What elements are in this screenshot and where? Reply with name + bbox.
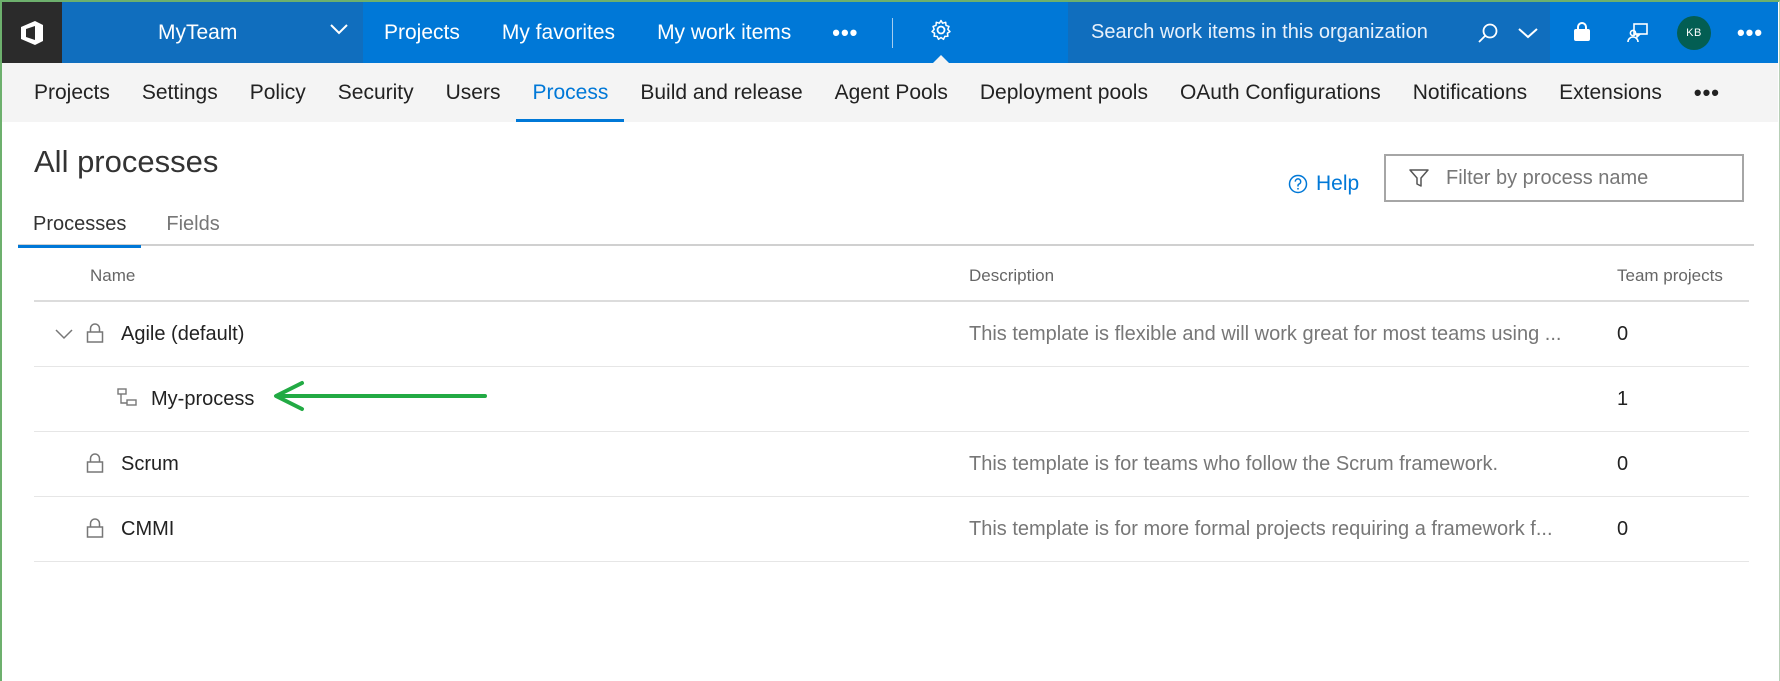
column-header-description[interactable]: Description	[969, 266, 1054, 286]
table-row[interactable]: Scrum This template is for teams who fol…	[34, 432, 1749, 497]
team-projects-count: 0	[1617, 517, 1629, 540]
process-description: This template is for teams who follow th…	[969, 452, 1499, 475]
column-header-team-projects[interactable]: Team projects	[1617, 266, 1723, 286]
top-nav: Projects My favorites My work items •••	[363, 2, 878, 63]
top-bar: MyTeam Projects My favorites My work ite…	[2, 2, 1778, 63]
search-chevron-down-icon[interactable]	[1506, 26, 1550, 40]
nav-projects[interactable]: Projects	[363, 2, 481, 63]
annotation-arrow-icon	[274, 381, 487, 411]
lock-icon	[86, 517, 104, 545]
process-description: This template is flexible and will work …	[969, 322, 1562, 345]
column-header-name[interactable]: Name	[90, 266, 135, 286]
team-projects-count: 0	[1617, 452, 1629, 475]
avatar: KB	[1677, 15, 1711, 50]
filter-input[interactable]	[1446, 166, 1726, 190]
process-name[interactable]: My-process	[151, 367, 254, 431]
user-avatar-button[interactable]: KB	[1666, 2, 1722, 63]
lock-icon	[86, 452, 104, 480]
subnav-build-and-release[interactable]: Build and release	[624, 63, 818, 122]
chevron-down-icon	[329, 22, 349, 41]
process-name[interactable]: Agile (default)	[121, 302, 244, 366]
subnav-agent-pools[interactable]: Agent Pools	[819, 63, 964, 122]
search-icon[interactable]	[1470, 21, 1506, 45]
active-caret	[933, 55, 950, 63]
filter-box[interactable]	[1384, 154, 1744, 202]
subnav-projects[interactable]: Projects	[18, 63, 126, 122]
tab-fields[interactable]: Fields	[151, 202, 234, 246]
subnav-users[interactable]: Users	[430, 63, 517, 122]
nav-my-favorites[interactable]: My favorites	[481, 2, 636, 63]
gear-icon	[929, 18, 953, 47]
nav-divider	[892, 17, 894, 48]
feedback-person-icon[interactable]	[1610, 2, 1666, 63]
visual-studio-logo-icon[interactable]	[2, 2, 62, 63]
top-right-icons: KB •••	[1554, 2, 1778, 63]
search-box[interactable]: Search work items in this organization	[1068, 2, 1550, 63]
settings-button[interactable]	[911, 2, 971, 63]
subnav-settings[interactable]: Settings	[126, 63, 234, 122]
help-link[interactable]: Help	[1288, 172, 1359, 196]
help-label: Help	[1316, 172, 1360, 195]
subnav-more-button[interactable]: •••	[1678, 63, 1736, 122]
table-row[interactable]: CMMI This template is for more formal pr…	[34, 497, 1749, 562]
collapse-chevron-icon[interactable]	[54, 324, 74, 347]
subnav-oauth-configurations[interactable]: OAuth Configurations	[1164, 63, 1397, 122]
team-selector[interactable]: MyTeam	[62, 2, 363, 63]
process-description: This template is for more formal project…	[969, 517, 1553, 540]
subnav-policy[interactable]: Policy	[234, 63, 322, 122]
lock-icon	[86, 322, 104, 350]
grid-header: Name Description Team projects	[34, 256, 1749, 302]
tab-processes[interactable]: Processes	[18, 202, 142, 248]
process-name[interactable]: CMMI	[121, 497, 174, 561]
search-input[interactable]: Search work items in this organization	[1068, 21, 1470, 44]
subnav-extensions[interactable]: Extensions	[1543, 63, 1678, 122]
top-nav-more-button[interactable]: •••	[812, 2, 878, 63]
admin-nav: Projects Settings Policy Security Users …	[2, 63, 1778, 122]
filter-icon	[1409, 169, 1429, 187]
table-row[interactable]: Agile (default) This template is flexibl…	[34, 302, 1749, 367]
help-icon	[1288, 174, 1308, 194]
team-name: MyTeam	[158, 20, 238, 44]
subnav-notifications[interactable]: Notifications	[1397, 63, 1543, 122]
nav-my-work-items[interactable]: My work items	[636, 2, 812, 63]
process-name[interactable]: Scrum	[121, 432, 179, 496]
team-projects-count: 1	[1617, 387, 1629, 410]
team-projects-count: 0	[1617, 322, 1629, 345]
tab-strip: Processes Fields	[18, 202, 1754, 248]
page-title: All processes	[34, 144, 219, 179]
more-icon[interactable]: •••	[1722, 2, 1778, 63]
subnav-process[interactable]: Process	[516, 63, 625, 122]
subnav-security[interactable]: Security	[322, 63, 430, 122]
inherited-process-icon	[116, 387, 138, 415]
subnav-deployment-pools[interactable]: Deployment pools	[964, 63, 1164, 122]
shopping-bag-icon[interactable]	[1554, 2, 1610, 63]
